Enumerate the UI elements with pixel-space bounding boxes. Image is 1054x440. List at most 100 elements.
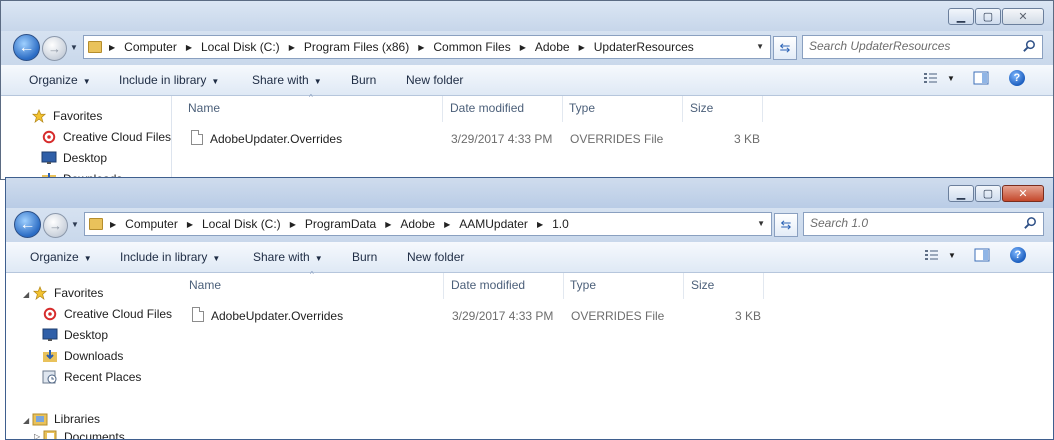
column-divider[interactable] xyxy=(763,273,764,299)
breadcrumb-separator-icon[interactable]: ▶ xyxy=(106,43,118,52)
column-header-name[interactable]: Name xyxy=(189,278,221,292)
close-button[interactable]: ✕ xyxy=(1002,8,1044,25)
nav-item-desktop[interactable]: Desktop xyxy=(41,151,107,165)
breadcrumb-separator-icon[interactable]: ▶ xyxy=(415,43,427,52)
column-divider[interactable] xyxy=(683,273,684,299)
recent-pages-dropdown-icon[interactable]: ▼ xyxy=(70,43,78,52)
back-button[interactable]: ← xyxy=(14,211,41,238)
breadcrumb-separator-icon[interactable]: ▶ xyxy=(576,43,588,52)
search-icon[interactable] xyxy=(1022,39,1037,54)
column-divider[interactable] xyxy=(442,96,443,122)
expand-documents-icon[interactable]: ▷ xyxy=(34,432,40,439)
new-folder-button[interactable]: New folder xyxy=(407,250,464,264)
organize-menu[interactable]: Organize ▼ xyxy=(29,73,91,87)
preview-pane-icon[interactable] xyxy=(974,248,990,262)
breadcrumb-separator-icon[interactable]: ▶ xyxy=(517,43,529,52)
collapse-libraries-icon[interactable]: ◢ xyxy=(23,416,29,425)
address-dropdown-icon[interactable]: ▼ xyxy=(756,42,764,51)
column-divider[interactable] xyxy=(682,96,683,122)
minimize-button[interactable]: ▁ xyxy=(948,8,974,25)
title-bar[interactable]: ▁ ▢ ✕ xyxy=(1,1,1053,31)
column-header-size[interactable]: Size xyxy=(690,101,713,115)
title-bar[interactable]: ▁ ▢ ✕ xyxy=(6,178,1053,208)
share-with-menu[interactable]: Share with ▼ xyxy=(252,73,322,87)
breadcrumb-separator-icon[interactable]: ▶ xyxy=(287,220,299,229)
column-header-date-modified[interactable]: Date modified xyxy=(451,278,525,292)
breadcrumb-adobe[interactable]: Adobe xyxy=(529,40,576,54)
nav-item-desktop[interactable]: Desktop xyxy=(42,328,108,342)
column-header-type[interactable]: Type xyxy=(569,101,595,115)
search-input[interactable] xyxy=(809,39,1009,53)
maximize-button[interactable]: ▢ xyxy=(975,185,1001,202)
address-dropdown-icon[interactable]: ▼ xyxy=(757,219,765,228)
column-divider[interactable] xyxy=(762,96,763,122)
collapse-favorites-icon[interactable]: ◢ xyxy=(23,290,29,299)
search-input[interactable] xyxy=(810,216,1010,230)
breadcrumb-separator-icon[interactable]: ▶ xyxy=(441,220,453,229)
breadcrumb-programdata[interactable]: ProgramData xyxy=(299,217,382,231)
breadcrumb-common-files[interactable]: Common Files xyxy=(427,40,516,54)
close-button[interactable]: ✕ xyxy=(1002,185,1044,202)
breadcrumb-aamupdater[interactable]: AAMUpdater xyxy=(453,217,534,231)
nav-item-downloads[interactable]: Downloads xyxy=(42,349,123,363)
burn-button[interactable]: Burn xyxy=(352,250,377,264)
view-dropdown-icon[interactable]: ▼ xyxy=(947,74,955,83)
breadcrumb-local-disk[interactable]: Local Disk (C:) xyxy=(195,40,286,54)
recent-pages-dropdown-icon[interactable]: ▼ xyxy=(71,220,79,229)
include-in-library-menu[interactable]: Include in library ▼ xyxy=(119,73,219,87)
breadcrumb-computer[interactable]: Computer xyxy=(119,217,184,231)
breadcrumb-program-files-x86[interactable]: Program Files (x86) xyxy=(298,40,415,54)
explorer-window-updaterresources[interactable]: ▁ ▢ ✕ ← → ▼ ▶ Computer ▶ Local Disk (C:)… xyxy=(0,0,1054,180)
forward-button[interactable]: → xyxy=(42,36,67,61)
new-folder-button[interactable]: New folder xyxy=(406,73,463,87)
breadcrumb-separator-icon[interactable]: ▶ xyxy=(286,43,298,52)
nav-item-creative-cloud-files[interactable]: Creative Cloud Files xyxy=(42,307,172,321)
forward-button[interactable]: → xyxy=(43,213,68,238)
view-dropdown-icon[interactable]: ▼ xyxy=(948,251,956,260)
address-bar[interactable]: ▶ Computer ▶ Local Disk (C:) ▶ ProgramDa… xyxy=(84,212,772,236)
breadcrumb-separator-icon[interactable]: ▶ xyxy=(107,220,119,229)
nav-item-recent-places[interactable]: Recent Places xyxy=(42,370,141,384)
help-icon[interactable]: ? xyxy=(1008,70,1025,86)
nav-item-libraries[interactable]: Libraries xyxy=(32,412,100,426)
refresh-button[interactable]: ⇆ xyxy=(774,213,798,237)
maximize-button[interactable]: ▢ xyxy=(975,8,1001,25)
search-box[interactable] xyxy=(802,35,1043,59)
help-icon[interactable]: ? xyxy=(1009,247,1026,263)
breadcrumb-adobe[interactable]: Adobe xyxy=(394,217,441,231)
nav-item-favorites[interactable]: Favorites xyxy=(31,109,102,123)
refresh-button[interactable]: ⇆ xyxy=(773,36,797,60)
column-header-name[interactable]: Name xyxy=(188,101,220,115)
preview-pane-icon[interactable] xyxy=(973,71,989,85)
organize-menu[interactable]: Organize ▼ xyxy=(30,250,92,264)
minimize-button[interactable]: ▁ xyxy=(948,185,974,202)
file-row[interactable]: AdobeUpdater.Overrides 3/29/2017 4:33 PM… xyxy=(172,128,1053,150)
nav-item-favorites[interactable]: Favorites xyxy=(32,286,103,300)
nav-item-documents[interactable]: Documents xyxy=(42,430,125,439)
change-view-icon[interactable] xyxy=(924,248,940,262)
breadcrumb-separator-icon[interactable]: ▶ xyxy=(534,220,546,229)
burn-button[interactable]: Burn xyxy=(351,73,376,87)
search-box[interactable] xyxy=(803,212,1044,236)
breadcrumb-1-0[interactable]: 1.0 xyxy=(546,217,575,231)
column-header-size[interactable]: Size xyxy=(691,278,714,292)
breadcrumb-local-disk[interactable]: Local Disk (C:) xyxy=(196,217,287,231)
column-divider[interactable] xyxy=(563,273,564,299)
breadcrumb-computer[interactable]: Computer xyxy=(118,40,183,54)
share-with-menu[interactable]: Share with ▼ xyxy=(253,250,323,264)
address-bar[interactable]: ▶ Computer ▶ Local Disk (C:) ▶ Program F… xyxy=(83,35,771,59)
column-header-date-modified[interactable]: Date modified xyxy=(450,101,524,115)
breadcrumb-separator-icon[interactable]: ▶ xyxy=(183,43,195,52)
file-name[interactable]: AdobeUpdater.Overrides xyxy=(211,309,343,323)
breadcrumb-separator-icon[interactable]: ▶ xyxy=(184,220,196,229)
file-name[interactable]: AdobeUpdater.Overrides xyxy=(210,132,342,146)
change-view-icon[interactable] xyxy=(923,71,939,85)
file-row[interactable]: AdobeUpdater.Overrides 3/29/2017 4:33 PM… xyxy=(173,305,1053,327)
back-button[interactable]: ← xyxy=(13,34,40,61)
explorer-window-aamupdater[interactable]: ▁ ▢ ✕ ← → ▼ ▶ Computer ▶ Local Disk (C:)… xyxy=(5,177,1054,440)
search-icon[interactable] xyxy=(1023,216,1038,231)
column-divider[interactable] xyxy=(443,273,444,299)
nav-item-creative-cloud-files[interactable]: Creative Cloud Files xyxy=(41,130,171,144)
include-in-library-menu[interactable]: Include in library ▼ xyxy=(120,250,220,264)
column-divider[interactable] xyxy=(562,96,563,122)
